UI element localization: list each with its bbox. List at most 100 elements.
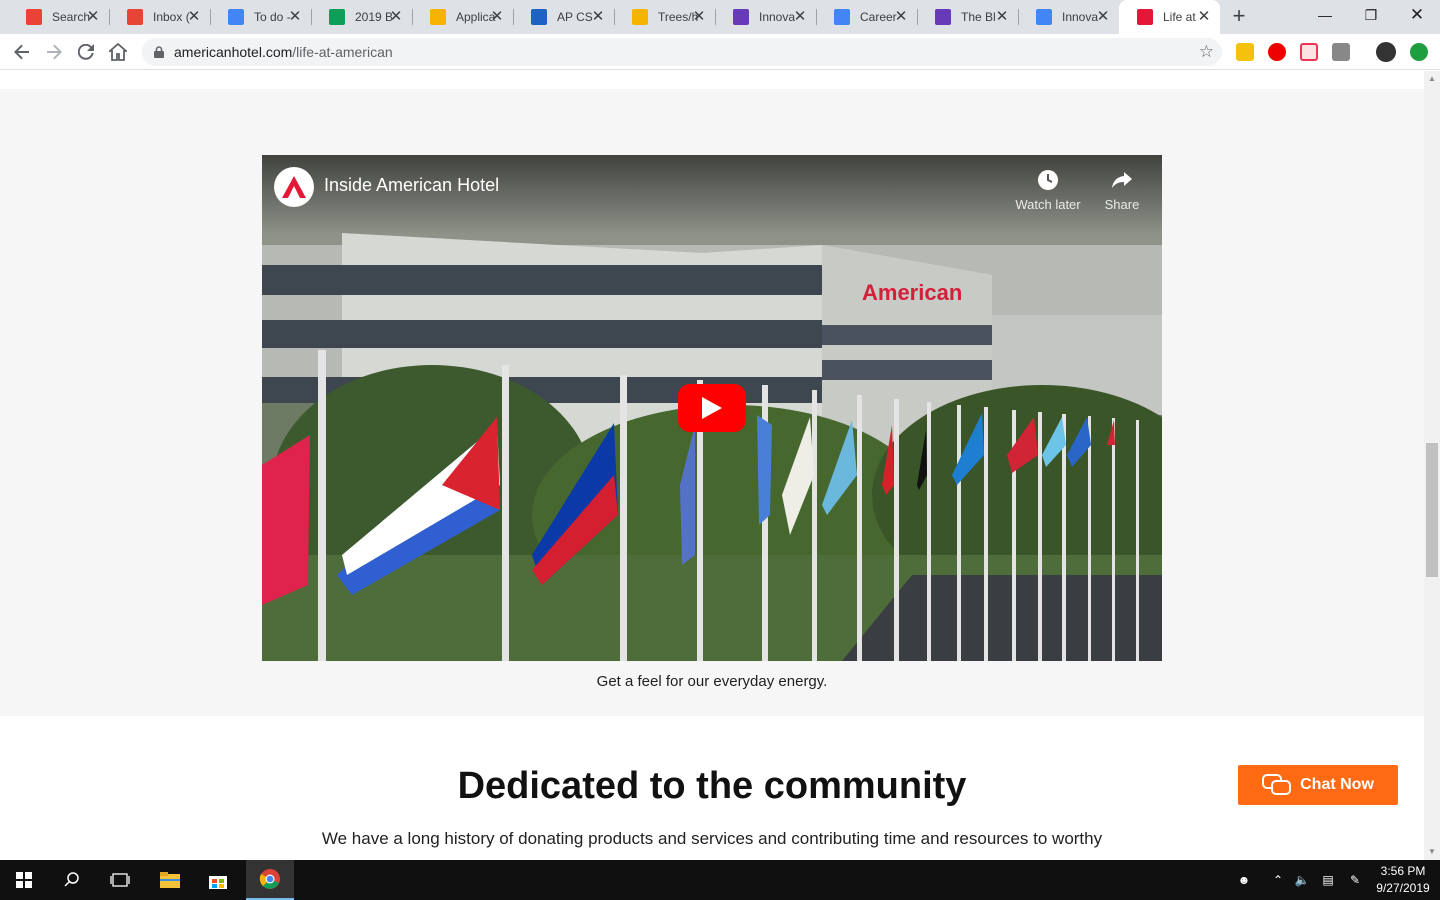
volume-icon[interactable]: 🔈: [1292, 860, 1312, 900]
show-hidden-icons-icon[interactable]: ⌃: [1268, 860, 1288, 900]
sheets-icon: [329, 9, 345, 25]
browser-tab[interactable]: Applica ✕: [412, 0, 513, 34]
reload-button[interactable]: [72, 38, 100, 66]
gmail-icon: [127, 9, 143, 25]
browser-tab[interactable]: Innova ✕: [715, 0, 816, 34]
play-button[interactable]: [678, 384, 746, 432]
channel-logo-icon[interactable]: [274, 167, 314, 207]
tab-close-icon[interactable]: ✕: [287, 9, 303, 25]
tab-close-icon[interactable]: ✕: [186, 9, 202, 25]
share-label: Share: [1104, 197, 1140, 212]
browser-tab[interactable]: Search ✕: [8, 0, 109, 34]
browser-tab[interactable]: To do - ✕: [210, 0, 311, 34]
page-viewport: American Inside American Hotel Watch lat…: [0, 71, 1424, 860]
extension-adblock-icon[interactable]: [1268, 43, 1286, 61]
tab-close-icon[interactable]: ✕: [691, 9, 707, 25]
chat-now-button[interactable]: Chat Now: [1238, 765, 1398, 805]
browser-tab[interactable]: AP CS ✕: [513, 0, 614, 34]
docs-icon: [1036, 9, 1052, 25]
share-button[interactable]: Share: [1083, 169, 1161, 212]
tab-close-icon[interactable]: ✕: [994, 9, 1010, 25]
forward-arrow-icon: [47, 44, 62, 60]
home-icon: [109, 43, 127, 61]
tab-close-icon[interactable]: ✕: [489, 9, 505, 25]
watch-later-button[interactable]: Watch later: [1009, 169, 1087, 212]
tab-close-icon[interactable]: ✕: [893, 9, 909, 25]
share-icon: [1112, 172, 1132, 188]
bookmark-star-icon[interactable]: ☆: [1199, 42, 1214, 62]
extension-c-icon[interactable]: [1332, 43, 1350, 61]
tab-close-icon[interactable]: ✕: [590, 9, 606, 25]
section-heading: Dedicated to the community: [457, 765, 967, 807]
tab-close-icon[interactable]: ✕: [1196, 9, 1212, 25]
pen-workspace-icon[interactable]: ✎: [1344, 860, 1366, 900]
clock-date: 9/27/2019: [1376, 881, 1430, 895]
address-bar[interactable]: americanhotel.com/life-at-american ☆: [142, 38, 1222, 66]
forms-icon: [733, 9, 749, 25]
browser-tab[interactable]: Career ✕: [816, 0, 917, 34]
new-tab-button[interactable]: +: [1227, 5, 1251, 29]
tab-close-icon[interactable]: ✕: [792, 9, 808, 25]
chrome-icon: [259, 869, 280, 889]
chat-now-label: Chat Now: [1300, 776, 1374, 793]
search-button[interactable]: [48, 860, 96, 900]
tab-close-icon[interactable]: ✕: [1095, 9, 1111, 25]
browser-tab[interactable]: The Bl ✕: [917, 0, 1018, 34]
clock-time: 3:56 PM: [1380, 864, 1426, 878]
chat-bubbles-icon: [1262, 774, 1292, 795]
gmail-icon: [26, 9, 42, 25]
search-icon: [64, 872, 79, 887]
close-window-button[interactable]: ✕: [1394, 0, 1440, 30]
task-view-button[interactable]: [96, 860, 144, 900]
tab-close-icon[interactable]: ✕: [85, 9, 101, 25]
page-scrollbar[interactable]: ▲ ▼: [1424, 71, 1440, 860]
chrome-taskbar-button[interactable]: [246, 860, 294, 900]
extension-badge-icon[interactable]: [1300, 43, 1318, 61]
browser-tab[interactable]: Inbox (✕: [109, 0, 210, 34]
browser-tab[interactable]: Trees/h ✕: [614, 0, 715, 34]
lock-icon: [154, 46, 164, 58]
classroom-icon: [531, 9, 547, 25]
svg-text:American: American: [862, 280, 962, 305]
back-arrow-icon: [14, 44, 29, 60]
scroll-up-arrow-icon[interactable]: ▲: [1424, 71, 1440, 87]
task-view-icon: [110, 873, 130, 887]
american-hotel-icon: [1137, 9, 1153, 25]
forms-icon: [935, 9, 951, 25]
reload-icon: [78, 44, 94, 60]
video-title[interactable]: Inside American Hotel: [324, 175, 499, 196]
extension-notes-icon[interactable]: [1236, 43, 1254, 61]
maximize-button[interactable]: ❐: [1348, 0, 1394, 30]
url-domain: americanhotel.com: [174, 44, 293, 60]
browser-tab[interactable]: 2019 B ✕: [311, 0, 412, 34]
back-button[interactable]: [8, 38, 36, 66]
browser-tab[interactable]: Life at ✕: [1119, 0, 1220, 34]
network-icon[interactable]: ▤: [1316, 860, 1340, 900]
minimize-button[interactable]: —: [1302, 0, 1348, 30]
classroom-icon: [632, 9, 648, 25]
windows-logo-icon: [16, 872, 32, 888]
people-icon[interactable]: ☻: [1232, 860, 1256, 900]
taskbar-clock[interactable]: 3:56 PM 9/27/2019: [1370, 863, 1436, 897]
tab-close-icon[interactable]: ✕: [388, 9, 404, 25]
section-paragraph: We have a long history of donating produ…: [321, 829, 1103, 848]
store-button[interactable]: [194, 860, 242, 900]
watch-later-label: Watch later: [1015, 197, 1081, 212]
file-explorer-button[interactable]: [146, 860, 194, 900]
windows-taskbar: ☻ ⌃ 🔈 ▤ ✎ 3:56 PM 9/27/2019: [0, 860, 1440, 900]
update-icon[interactable]: [1410, 43, 1428, 61]
play-icon: [702, 397, 722, 419]
clock-icon: [1038, 170, 1058, 190]
video-section: American Inside American Hotel Watch lat…: [0, 89, 1424, 716]
start-button[interactable]: [0, 860, 48, 900]
scrollbar-thumb[interactable]: [1426, 443, 1438, 577]
browser-tab[interactable]: Innova ✕: [1018, 0, 1119, 34]
tab-strip: Search ✕ Inbox (✕ To do - ✕ 2019 B ✕ Applica ✕ AP…: [0, 0, 1440, 34]
video-player[interactable]: American Inside American Hotel Watch lat…: [262, 155, 1162, 661]
docs-icon: [834, 9, 850, 25]
profile-avatar[interactable]: [1376, 42, 1396, 62]
forward-button[interactable]: [40, 38, 68, 66]
scroll-down-arrow-icon[interactable]: ▼: [1424, 844, 1440, 860]
docs-icon: [228, 9, 244, 25]
home-button[interactable]: [104, 38, 132, 66]
